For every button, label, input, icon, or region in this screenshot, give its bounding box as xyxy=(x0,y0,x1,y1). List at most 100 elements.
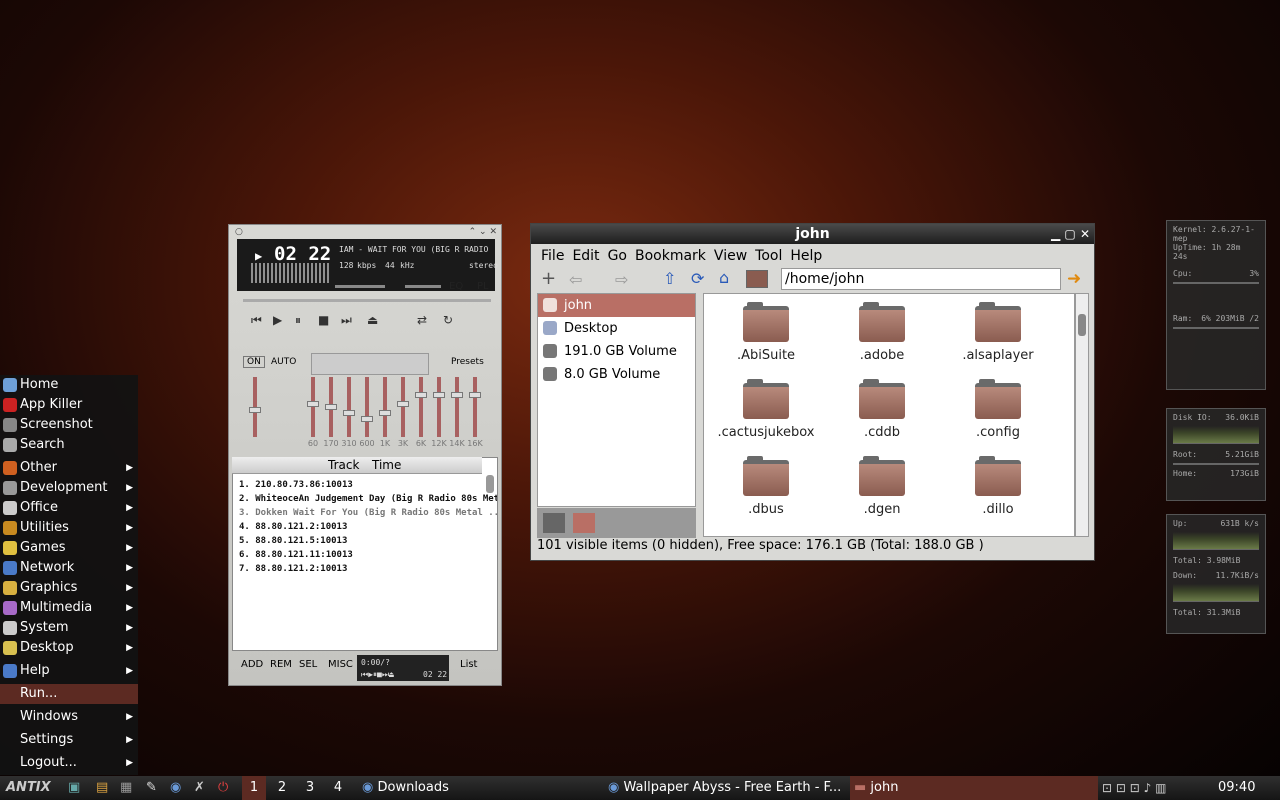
playlist-item[interactable]: 5. 88.80.121.5:10013 xyxy=(233,534,497,548)
menu-item-home[interactable]: Home xyxy=(0,375,138,395)
path-input[interactable]: /home/john xyxy=(781,268,1061,290)
eq-band-slider[interactable] xyxy=(383,377,387,437)
eq-toggle[interactable]: EQ xyxy=(449,281,463,292)
player-menu-icon[interactable]: ○ xyxy=(235,227,243,237)
playlist-misc-button[interactable]: MISC xyxy=(328,659,353,670)
menu-item-development[interactable]: Development ▶ xyxy=(0,478,138,498)
eq-band-slider[interactable] xyxy=(401,377,405,437)
eq-band-slider[interactable] xyxy=(437,377,441,437)
terminal-launcher-icon[interactable]: ▦ xyxy=(120,776,132,800)
file-item[interactable]: .dillo xyxy=(940,456,1056,517)
file-item[interactable]: .cactusjukebox xyxy=(708,379,824,440)
eq-band-slider[interactable] xyxy=(347,377,351,437)
menu-item-system[interactable]: System ▶ xyxy=(0,618,138,638)
menu-view[interactable]: View xyxy=(714,248,747,264)
menu-item-graphics[interactable]: Graphics ▶ xyxy=(0,578,138,598)
eq-band-knob[interactable] xyxy=(343,410,355,416)
next-button[interactable]: ⏭ xyxy=(341,313,352,328)
file-item[interactable]: .dgen xyxy=(824,456,940,517)
volume-slider[interactable] xyxy=(335,285,385,288)
menu-item-office[interactable]: Office ▶ xyxy=(0,498,138,518)
task-downloads[interactable]: ◉ Downloads xyxy=(362,776,449,800)
preamp-knob[interactable] xyxy=(249,407,261,413)
file-item[interactable]: .adobe xyxy=(824,302,940,363)
menu-item-windows[interactable]: Windows ▶ xyxy=(0,707,138,727)
menu-item-multimedia[interactable]: Multimedia ▶ xyxy=(0,598,138,618)
pause-button[interactable]: ⏸ xyxy=(295,313,301,328)
power-launcher-icon[interactable]: ⏻ xyxy=(218,776,228,800)
file-item[interactable]: .cddb xyxy=(824,379,940,440)
eq-band-slider[interactable] xyxy=(365,377,369,437)
seek-bar[interactable] xyxy=(243,299,491,302)
browser-launcher-icon[interactable]: ◉ xyxy=(170,776,181,800)
file-scrollbar[interactable] xyxy=(1075,293,1089,537)
playlist-toggle[interactable]: PL xyxy=(477,281,489,292)
eq-band-slider[interactable] xyxy=(419,377,423,437)
menu-bookmark[interactable]: Bookmark xyxy=(635,248,706,264)
player-window-controls[interactable]: ⌃ ⌄ ✕ xyxy=(469,227,497,237)
tray-icons[interactable]: ⊡ ⊡ ⊡ ♪ ▥ xyxy=(1102,776,1166,800)
repeat-button[interactable]: ↻ xyxy=(443,313,453,327)
menu-item-help[interactable]: Help ▶ xyxy=(0,661,138,681)
menu-item-network[interactable]: Network ▶ xyxy=(0,558,138,578)
side-item-john[interactable]: john xyxy=(538,294,695,317)
playlist-list-button[interactable]: List xyxy=(460,659,477,670)
show-desktop-icon[interactable]: ▣ xyxy=(68,776,80,800)
playlist-add-button[interactable]: ADD xyxy=(241,659,263,670)
menu-item-search[interactable]: Search xyxy=(0,435,138,455)
previous-button[interactable]: ⏮ xyxy=(251,313,262,328)
go-icon[interactable]: ➜ xyxy=(1067,269,1081,289)
settings-launcher-icon[interactable]: ✗ xyxy=(194,776,205,800)
playlist-item[interactable]: 4. 88.80.121.2:10013 xyxy=(233,520,497,534)
side-item-8-0-gb-volume[interactable]: 8.0 GB Volume xyxy=(538,363,695,386)
home-icon[interactable]: ⌂ xyxy=(719,268,729,287)
playlist-item[interactable]: 2. WhiteoceAn Judgement Day (Big R Radio… xyxy=(233,492,497,506)
file-item[interactable]: .config xyxy=(940,379,1056,440)
scrollbar-thumb[interactable] xyxy=(1078,314,1086,336)
start-button[interactable]: ANTIX xyxy=(6,776,51,800)
up-icon[interactable]: ⇧ xyxy=(663,269,676,288)
places-tab-icon[interactable] xyxy=(543,513,565,533)
menu-go[interactable]: Go xyxy=(608,248,627,264)
shuffle-button[interactable]: ⇄ xyxy=(417,313,427,327)
file-item[interactable]: .dbus xyxy=(708,456,824,517)
menu-item-games[interactable]: Games ▶ xyxy=(0,538,138,558)
editor-launcher-icon[interactable]: ✎ xyxy=(146,776,157,800)
workspace-3[interactable]: 3 xyxy=(298,776,322,800)
window-controls[interactable]: ▁ ▢ ✕ xyxy=(1051,224,1090,244)
eq-band-knob[interactable] xyxy=(469,392,481,398)
refresh-icon[interactable]: ⟳ xyxy=(691,269,704,288)
menu-tool[interactable]: Tool xyxy=(755,248,782,264)
menu-item-other[interactable]: Other ▶ xyxy=(0,458,138,478)
new-tab-icon[interactable]: + xyxy=(541,268,556,289)
eq-band-knob[interactable] xyxy=(397,401,409,407)
location-icon[interactable] xyxy=(746,270,768,288)
back-icon[interactable]: ⇦ xyxy=(569,270,582,289)
menu-item-run[interactable]: Run... xyxy=(0,684,138,704)
menu-item-app-killer[interactable]: App Killer xyxy=(0,395,138,415)
eq-band-knob[interactable] xyxy=(451,392,463,398)
stop-button[interactable]: ■ xyxy=(318,313,329,327)
eq-band-knob[interactable] xyxy=(415,392,427,398)
menu-item-utilities[interactable]: Utilities ▶ xyxy=(0,518,138,538)
eq-band-slider[interactable] xyxy=(473,377,477,437)
workspace-4[interactable]: 4 xyxy=(326,776,350,800)
tree-tab-icon[interactable] xyxy=(573,513,595,533)
eject-button[interactable]: ⏏ xyxy=(367,313,378,327)
playlist-scrollbar[interactable] xyxy=(486,475,494,493)
eq-auto-button[interactable]: AUTO xyxy=(271,357,296,367)
playlist-item[interactable]: 6. 88.80.121.11:10013 xyxy=(233,548,497,562)
eq-band-knob[interactable] xyxy=(307,401,319,407)
side-item-191-0-gb-volume[interactable]: 191.0 GB Volume xyxy=(538,340,695,363)
playlist-item[interactable]: 7. 88.80.121.2:10013 xyxy=(233,562,497,576)
playlist-rem-button[interactable]: REM xyxy=(270,659,292,670)
menu-edit[interactable]: Edit xyxy=(572,248,599,264)
eq-on-button[interactable]: ON xyxy=(243,356,265,368)
track-column-header[interactable]: Track xyxy=(328,458,359,472)
workspace-1[interactable]: 1 xyxy=(242,776,266,800)
file-manager-launcher-icon[interactable]: ▤ xyxy=(96,776,108,800)
time-column-header[interactable]: Time xyxy=(372,458,401,472)
playlist-sel-button[interactable]: SEL xyxy=(299,659,317,670)
player-titlebar[interactable]: ○ ⌃ ⌄ ✕ xyxy=(233,227,497,237)
menu-item-logout[interactable]: Logout... ▶ xyxy=(0,753,138,773)
